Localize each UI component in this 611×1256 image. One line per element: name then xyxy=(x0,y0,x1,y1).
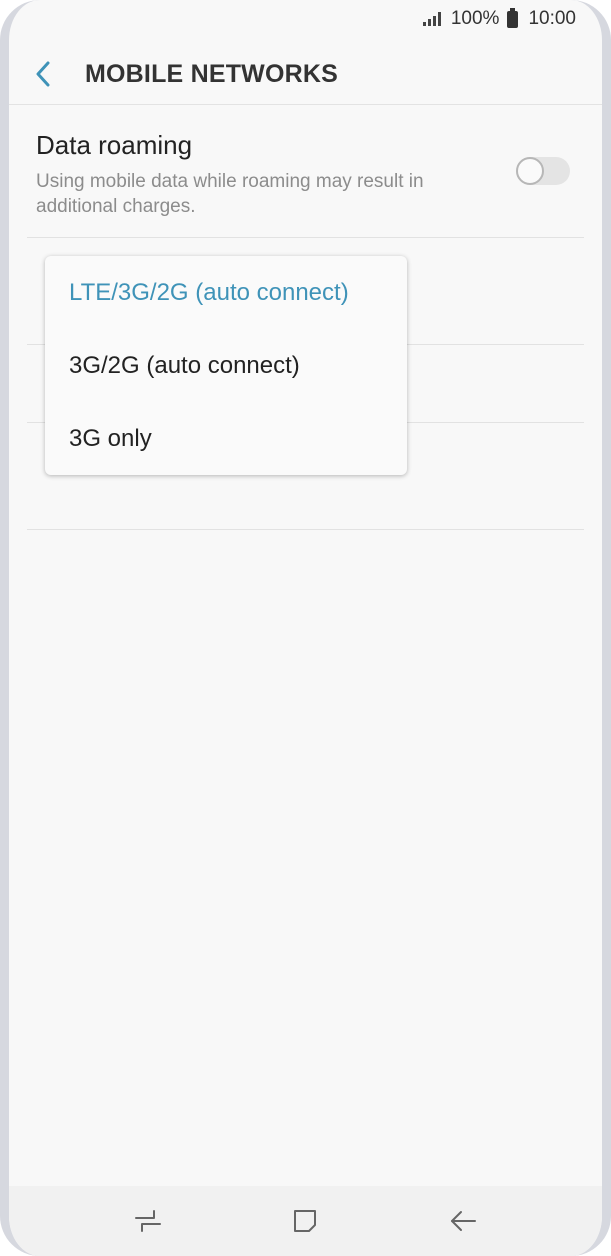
home-icon xyxy=(294,1210,317,1232)
network-mode-option-3g-only[interactable]: 3G only xyxy=(45,402,407,475)
home-button[interactable] xyxy=(275,1191,335,1251)
edge-panel-handle[interactable] xyxy=(607,340,611,600)
back-icon xyxy=(451,1211,477,1231)
recent-apps-button[interactable] xyxy=(118,1191,178,1251)
signal-icon xyxy=(422,12,441,26)
recent-apps-icon xyxy=(134,1210,161,1232)
data-roaming-description: Using mobile data while roaming may resu… xyxy=(36,171,424,217)
network-mode-dropdown: LTE/3G/2G (auto connect) 3G/2G (auto con… xyxy=(45,256,407,475)
battery-percent: 100% xyxy=(450,8,500,29)
data-roaming-row[interactable]: Data roaming Using mobile data while roa… xyxy=(27,105,584,238)
battery-icon xyxy=(507,7,519,28)
data-roaming-toggle[interactable] xyxy=(516,157,570,185)
navigation-bar xyxy=(9,1186,602,1256)
app-header: MOBILE NETWORKS xyxy=(9,44,602,105)
back-arrow-icon xyxy=(36,61,50,87)
toggle-knob xyxy=(516,157,544,185)
page-title: MOBILE NETWORKS xyxy=(85,59,338,88)
phone-screen: 100% 10:00 MOBILE NETWORKS Data roaming … xyxy=(0,0,611,1256)
back-button[interactable] xyxy=(13,44,73,104)
network-mode-option-3g-2g[interactable]: 3G/2G (auto connect) xyxy=(45,329,407,402)
clock: 10:00 xyxy=(528,8,576,29)
nav-back-button[interactable] xyxy=(433,1191,493,1251)
status-bar: 100% 10:00 xyxy=(9,0,602,38)
network-mode-option-lte-3g-2g[interactable]: LTE/3G/2G (auto connect) xyxy=(45,256,407,329)
data-roaming-title: Data roaming xyxy=(36,130,193,160)
